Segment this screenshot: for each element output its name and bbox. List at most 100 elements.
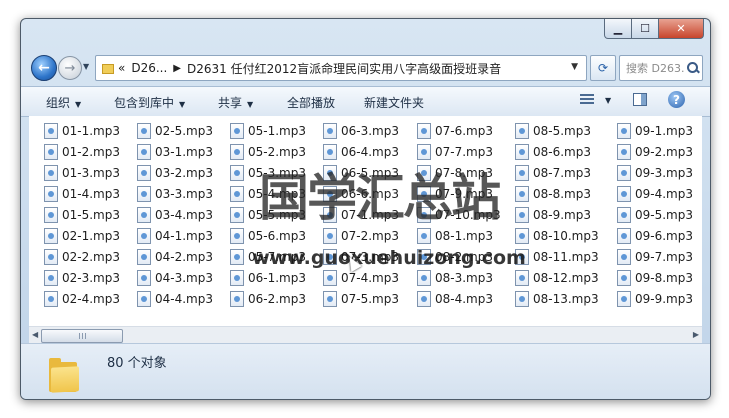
maximize-button[interactable]: ☐ (632, 19, 659, 39)
mp3-file-icon (323, 144, 337, 160)
file-item[interactable]: 02-5.mp3 (137, 121, 213, 141)
organize-button[interactable]: 组织 ▼ (46, 94, 81, 111)
mp3-file-icon (617, 291, 631, 307)
file-item[interactable]: 01-4.mp3 (44, 184, 120, 204)
file-item[interactable]: 02-3.mp3 (44, 268, 120, 288)
scroll-right-icon[interactable]: ▶ (693, 330, 699, 339)
file-item[interactable]: 07-6.mp3 (417, 121, 493, 141)
mp3-file-icon (617, 123, 631, 139)
file-item[interactable]: 06-3.mp3 (323, 121, 399, 141)
play-all-button[interactable]: 全部播放 (287, 94, 335, 111)
file-item[interactable]: 07-2.mp3 (323, 226, 399, 246)
chevron-down-icon: ▼ (179, 100, 186, 109)
navigation-bar: ← → ▼ « D26... ▶ D2631 任付红2012盲派命理民间实用八字… (29, 53, 703, 83)
refresh-icon[interactable]: ⟳ (590, 55, 616, 81)
file-item[interactable]: 05-2.mp3 (230, 142, 306, 162)
file-item[interactable]: 07-7.mp3 (417, 142, 493, 162)
folder-icon (102, 62, 114, 74)
scroll-thumb[interactable] (41, 329, 123, 343)
file-item[interactable]: 06-2.mp3 (230, 289, 306, 309)
file-item[interactable]: 04-2.mp3 (137, 247, 213, 267)
close-button[interactable]: ✕ (659, 19, 704, 39)
search-input[interactable] (624, 60, 686, 76)
file-item[interactable]: 08-5.mp3 (515, 121, 591, 141)
recent-pages-dropdown[interactable]: ▼ (83, 62, 89, 71)
view-options-icon[interactable] (580, 94, 594, 106)
file-item[interactable]: 07-4.mp3 (323, 268, 399, 288)
file-name: 08-5.mp3 (533, 124, 591, 138)
file-item[interactable]: 08-1.mp3 (417, 226, 493, 246)
file-item[interactable]: 09-2.mp3 (617, 142, 693, 162)
help-icon[interactable]: ? (668, 91, 685, 108)
file-item[interactable]: 09-5.mp3 (617, 205, 693, 225)
file-item[interactable]: 05-1.mp3 (230, 121, 306, 141)
preview-pane-icon[interactable] (633, 93, 647, 106)
file-item[interactable]: 02-4.mp3 (44, 289, 120, 309)
file-item[interactable]: 02-2.mp3 (44, 247, 120, 267)
file-item[interactable]: 09-4.mp3 (617, 184, 693, 204)
file-item[interactable]: 03-3.mp3 (137, 184, 213, 204)
file-item[interactable]: 09-1.mp3 (617, 121, 693, 141)
file-item[interactable]: 04-1.mp3 (137, 226, 213, 246)
file-item[interactable]: 06-1.mp3 (230, 268, 306, 288)
chevron-down-icon[interactable]: ▼ (605, 96, 611, 105)
file-item[interactable]: 08-13.mp3 (515, 289, 599, 309)
mp3-file-icon (417, 270, 431, 286)
mp3-file-icon (617, 207, 631, 223)
file-item[interactable]: 04-4.mp3 (137, 289, 213, 309)
file-item[interactable]: 08-3.mp3 (417, 268, 493, 288)
item-count: 80 个对象 (107, 356, 167, 371)
new-folder-button[interactable]: 新建文件夹 (364, 94, 424, 111)
file-name: 04-4.mp3 (155, 292, 213, 306)
mp3-file-icon (515, 144, 529, 160)
file-item[interactable]: 03-4.mp3 (137, 205, 213, 225)
include-library-label: 包含到库中 (114, 96, 175, 110)
file-item[interactable]: 01-3.mp3 (44, 163, 120, 183)
file-item[interactable]: 05-6.mp3 (230, 226, 306, 246)
forward-arrow-icon[interactable]: → (58, 56, 82, 80)
file-item[interactable]: 09-9.mp3 (617, 289, 693, 309)
file-name: 08-3.mp3 (435, 271, 493, 285)
file-item[interactable]: 09-8.mp3 (617, 268, 693, 288)
horizontal-scrollbar[interactable]: ◀ ▶ (29, 326, 702, 344)
minimize-button[interactable]: ▁ (604, 19, 632, 39)
file-item[interactable]: 07-5.mp3 (323, 289, 399, 309)
file-name: 09-7.mp3 (635, 250, 693, 264)
address-bar[interactable]: « D26... ▶ D2631 任付红2012盲派命理民间实用八字高级面授班录… (95, 55, 587, 81)
breadcrumb-current[interactable]: D2631 任付红2012盲派命理民间实用八字高级面授班录音 (187, 60, 501, 77)
file-name: 03-2.mp3 (155, 166, 213, 180)
command-bar: 组织 ▼ 包含到库中 ▼ 共享 ▼ 全部播放 新建文件夹 ▼ ? (21, 86, 710, 117)
back-arrow-icon[interactable]: ← (31, 55, 57, 81)
search-icon[interactable] (686, 61, 700, 75)
mp3-file-icon (230, 123, 244, 139)
file-name: 08-10.mp3 (533, 229, 599, 243)
file-item[interactable]: 08-10.mp3 (515, 226, 599, 246)
mp3-file-icon (323, 270, 337, 286)
file-name: 08-8.mp3 (533, 187, 591, 201)
file-item[interactable]: 09-7.mp3 (617, 247, 693, 267)
share-button[interactable]: 共享 ▼ (218, 94, 253, 111)
breadcrumb-overflow[interactable]: « (118, 61, 125, 75)
file-item[interactable]: 08-6.mp3 (515, 142, 591, 162)
file-item[interactable]: 06-4.mp3 (323, 142, 399, 162)
include-library-button[interactable]: 包含到库中 ▼ (114, 94, 185, 111)
mp3-file-icon (323, 123, 337, 139)
file-item[interactable]: 08-4.mp3 (417, 289, 493, 309)
file-item[interactable]: 03-1.mp3 (137, 142, 213, 162)
file-item[interactable]: 04-3.mp3 (137, 268, 213, 288)
file-item[interactable]: 01-2.mp3 (44, 142, 120, 162)
file-name: 09-3.mp3 (635, 166, 693, 180)
file-item[interactable]: 09-6.mp3 (617, 226, 693, 246)
scroll-left-icon[interactable]: ◀ (32, 330, 38, 339)
file-item[interactable]: 01-1.mp3 (44, 121, 120, 141)
breadcrumb-separator-icon[interactable]: ▶ (173, 63, 181, 74)
search-box[interactable] (619, 55, 703, 81)
breadcrumb-parent[interactable]: D26... (131, 61, 167, 75)
file-item[interactable]: 03-2.mp3 (137, 163, 213, 183)
address-dropdown-icon[interactable]: ▼ (571, 62, 578, 72)
file-item[interactable]: 09-3.mp3 (617, 163, 693, 183)
file-item[interactable]: 08-12.mp3 (515, 268, 599, 288)
file-list[interactable]: 09-9.mp3 09-8.mp3 09-7.mp3 09-6.mp3 09-5.mp3… (29, 116, 702, 326)
file-item[interactable]: 01-5.mp3 (44, 205, 120, 225)
file-item[interactable]: 02-1.mp3 (44, 226, 120, 246)
